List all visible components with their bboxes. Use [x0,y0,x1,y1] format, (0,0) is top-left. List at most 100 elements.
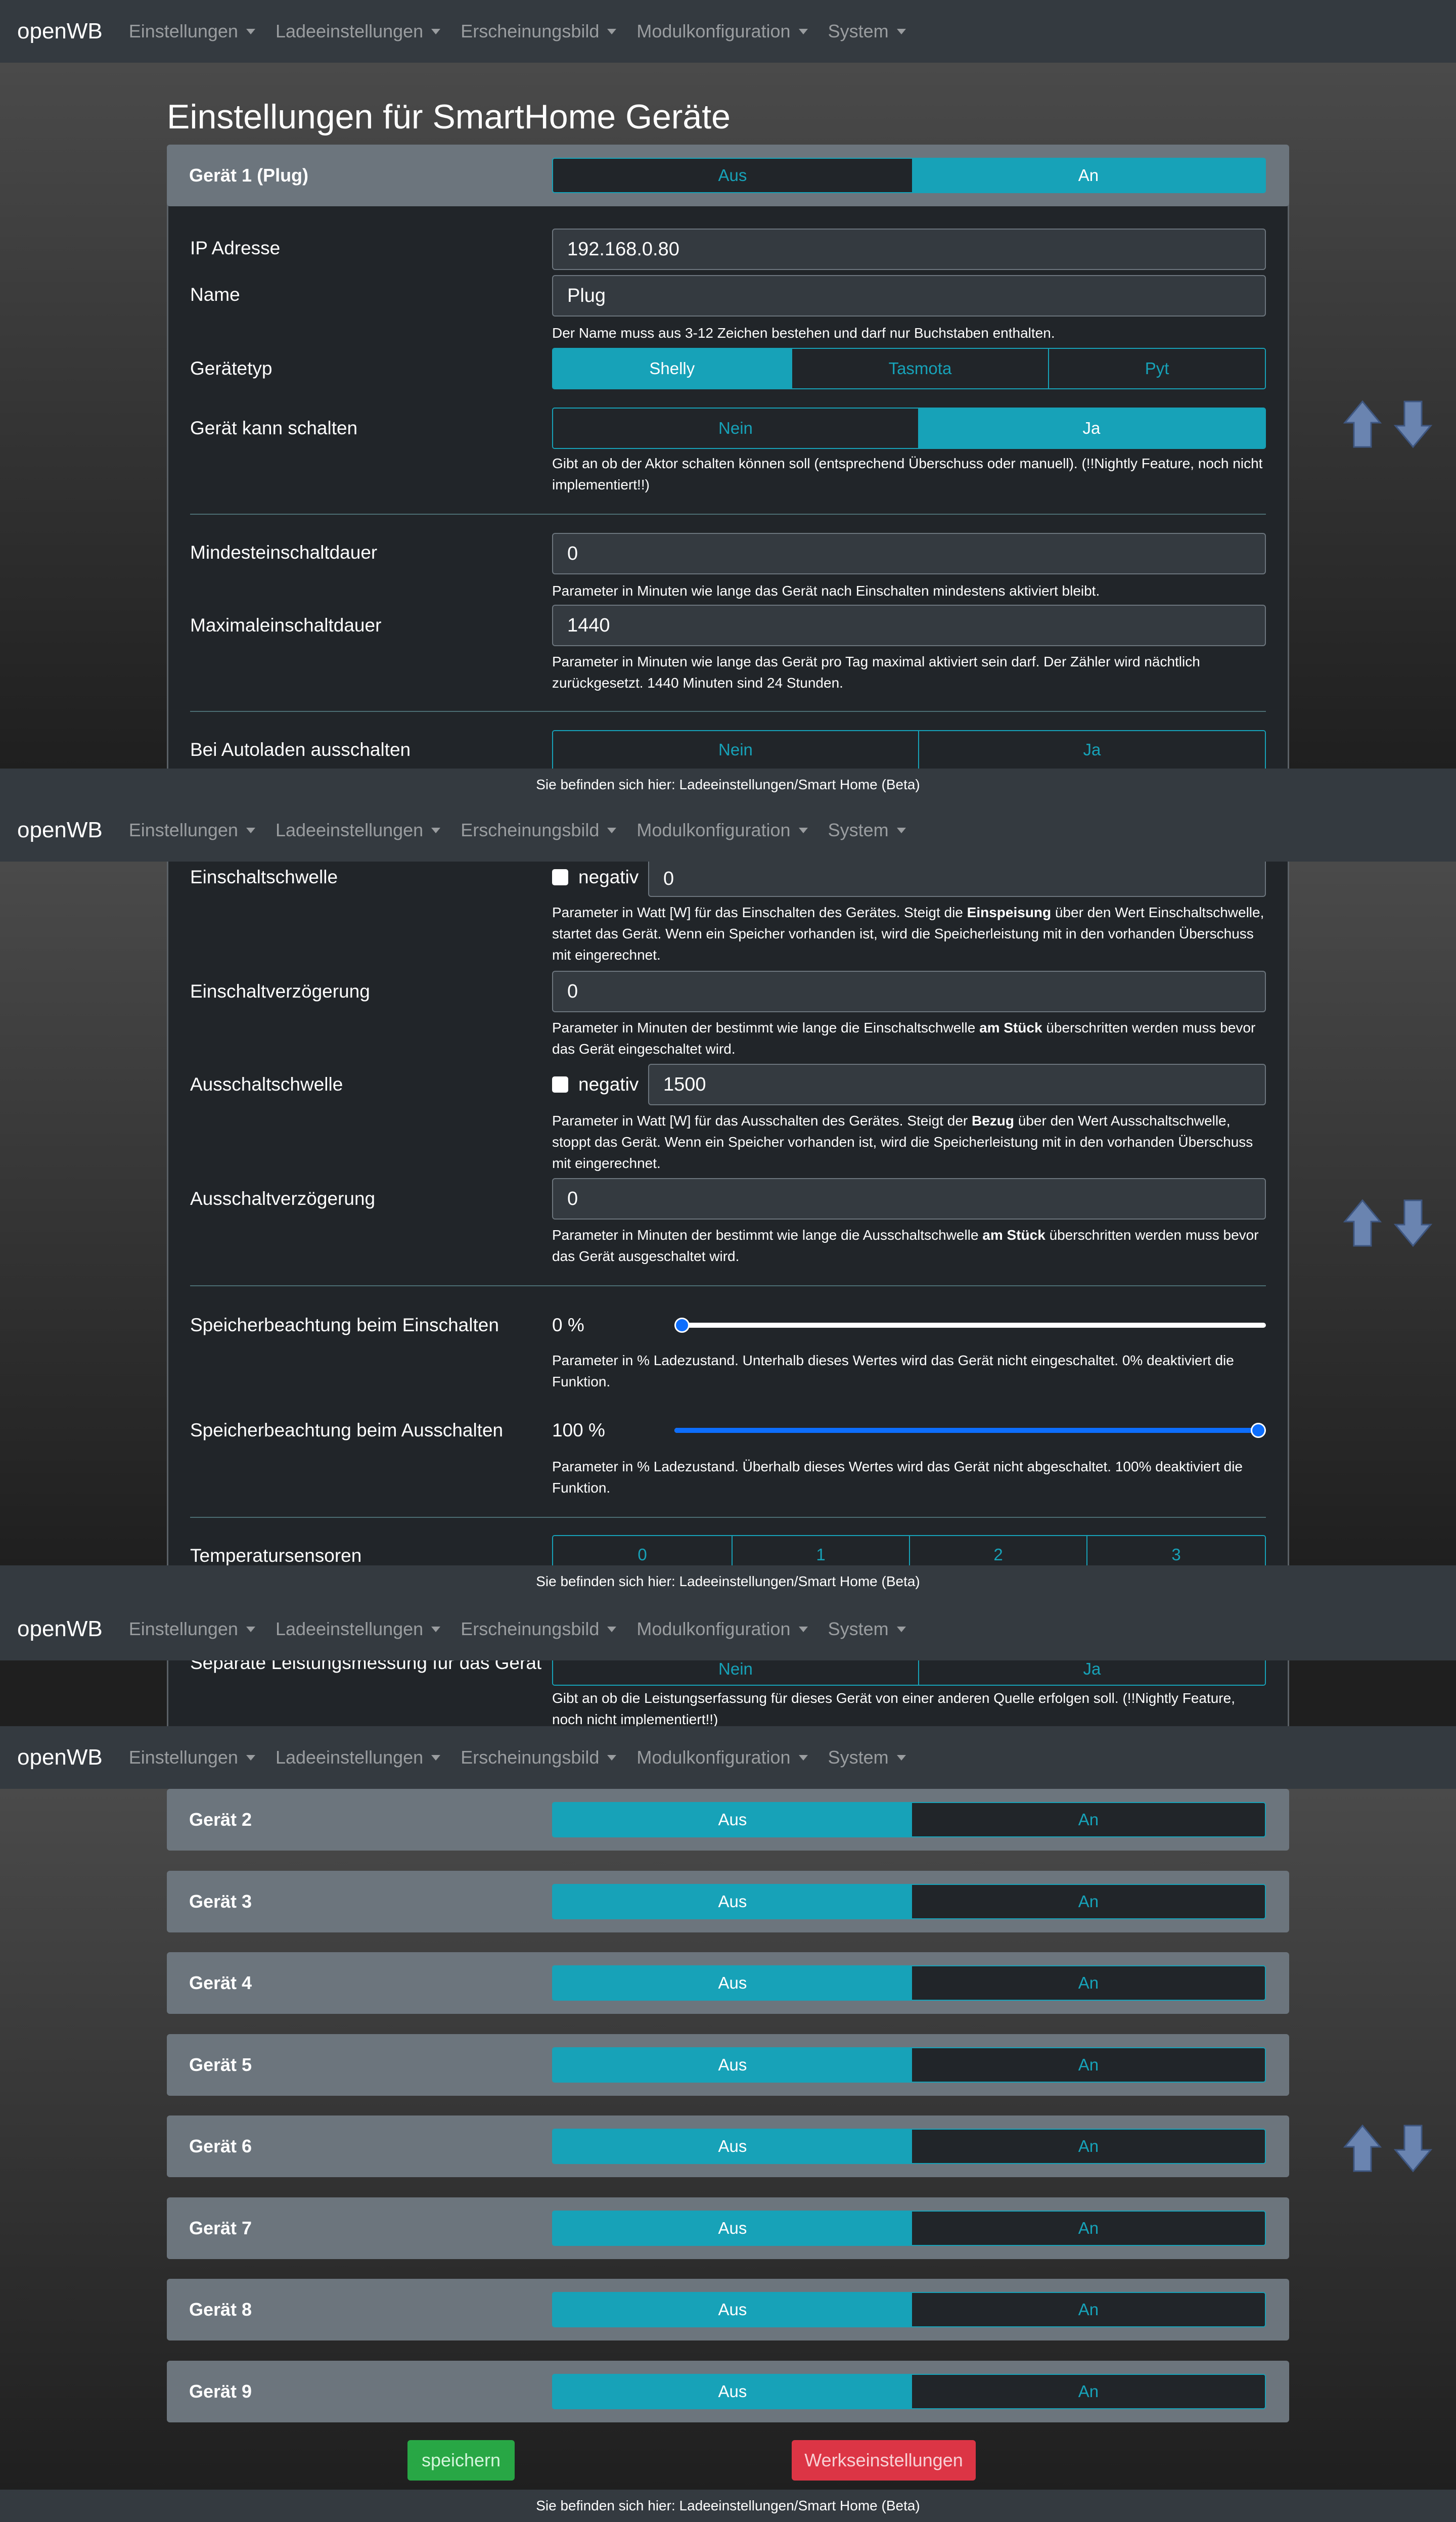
toggle-off-option[interactable]: Aus [553,2375,912,2408]
switch-no-option[interactable]: Nein [553,409,918,448]
toggle-off-option[interactable]: Aus [553,2130,912,2163]
device-active-toggle[interactable]: Aus An [552,2129,1266,2164]
up-down-arrows-icon[interactable] [1340,1195,1436,1251]
toggle-off-option[interactable]: Aus [553,2212,912,2245]
temp-option-3[interactable]: 3 [1086,1536,1265,1565]
on-delay-label: Einschaltverzögerung [190,981,370,1002]
autoload-yes-option[interactable]: Ja [918,731,1265,769]
device-active-toggle[interactable]: Aus An [552,2211,1266,2246]
autoload-label: Bei Autoladen ausschalten [190,739,411,760]
nav-erscheinungsbild[interactable]: Erscheinungsbild [461,1747,617,1768]
nav-einstellungen[interactable]: Einstellungen [129,820,255,841]
temp-sensors-selector[interactable]: 0 1 2 3 [552,1535,1266,1565]
toggle-on-option[interactable]: An [912,1803,1265,1836]
type-option-tasmota[interactable]: Tasmota [791,349,1049,388]
toggle-on-option[interactable]: An [912,2130,1265,2163]
switch-toggle[interactable]: Nein Ja [552,408,1266,449]
brand[interactable]: openWB [17,818,103,843]
slider-handle[interactable] [1251,1423,1266,1438]
factory-reset-button[interactable]: Werkseinstellungen [792,2440,976,2481]
toggle-on-option[interactable]: An [912,2048,1265,2082]
nav-system[interactable]: System [828,21,906,42]
nav-system[interactable]: System [828,820,906,841]
off-threshold-input[interactable]: 1500 [648,1064,1266,1105]
caret-down-icon [431,1754,441,1761]
type-selector[interactable]: Shelly Tasmota Pyt [552,348,1266,389]
caret-down-icon [431,827,441,833]
up-down-arrows-icon[interactable] [1340,396,1436,452]
nav-einstellungen[interactable]: Einstellungen [129,1618,255,1640]
storage-on-slider[interactable] [674,1316,1266,1336]
storage-on-label: Speicherbeachtung beim Einschalten [190,1315,499,1335]
toggle-off-option[interactable]: Aus [553,2293,912,2326]
device-active-toggle[interactable]: Aus An [552,2374,1266,2409]
device-active-toggle[interactable]: Aus An [552,2047,1266,2083]
separate-measurement-toggle[interactable]: Nein Ja [552,1660,1266,1686]
separate-no-option[interactable]: Nein [553,1660,918,1685]
device-active-toggle[interactable]: Aus An [552,1965,1266,2001]
nav-ladeeinstellungen[interactable]: Ladeeinstellungen [276,21,441,42]
ip-input[interactable]: 192.168.0.80 [552,229,1266,270]
negativ-checkbox[interactable] [552,869,568,885]
nav-ladeeinstellungen[interactable]: Ladeeinstellungen [276,1747,441,1768]
device-active-toggle[interactable]: Aus An [552,1802,1266,1837]
device1-active-toggle[interactable]: Aus An [552,158,1266,193]
temp-option-1[interactable]: 1 [732,1536,909,1565]
name-input[interactable]: Plug [552,275,1266,317]
off-delay-input[interactable]: 0 [552,1178,1266,1220]
nav-einstellungen[interactable]: Einstellungen [129,1747,255,1768]
type-option-shelly[interactable]: Shelly [553,349,791,388]
caret-down-icon [798,28,808,34]
switch-yes-option[interactable]: Ja [918,409,1265,448]
location-footer: Sie befinden sich hier: Ladeeinstellunge… [0,769,1456,801]
location-footer: Sie befinden sich hier: Ladeeinstellunge… [0,2490,1456,2522]
nav-modulkonfiguration[interactable]: Modulkonfiguration [636,1747,808,1768]
nav-ladeeinstellungen[interactable]: Ladeeinstellungen [276,1618,441,1640]
toggle-on-option[interactable]: An [912,2375,1265,2408]
nav-modulkonfiguration[interactable]: Modulkonfiguration [636,1618,808,1640]
brand[interactable]: openWB [17,19,103,44]
on-threshold-negativ[interactable]: negativ [552,867,639,888]
off-threshold-negativ[interactable]: negativ [552,1074,639,1095]
device-active-toggle[interactable]: Aus An [552,1884,1266,1919]
on-threshold-input[interactable]: 0 [648,862,1266,897]
slider-handle[interactable] [674,1318,690,1333]
temp-option-0[interactable]: 0 [553,1536,732,1565]
toggle-off-option[interactable]: Aus [553,1885,912,1918]
toggle-on-option[interactable]: An [912,159,1265,192]
autoload-toggle[interactable]: Nein Ja [552,730,1266,769]
on-delay-input[interactable]: 0 [552,971,1266,1012]
toggle-on-option[interactable]: An [912,2293,1265,2326]
nav-einstellungen[interactable]: Einstellungen [129,21,255,42]
nav-erscheinungsbild[interactable]: Erscheinungsbild [461,1618,617,1640]
negativ-checkbox[interactable] [552,1076,568,1093]
max-duration-input[interactable]: 1440 [552,605,1266,646]
toggle-off-option[interactable]: Aus [553,1966,912,2000]
nav-erscheinungsbild[interactable]: Erscheinungsbild [461,820,617,841]
nav-erscheinungsbild[interactable]: Erscheinungsbild [461,21,617,42]
toggle-off-option[interactable]: Aus [553,1803,912,1836]
separate-yes-option[interactable]: Ja [918,1660,1265,1685]
type-option-pyt[interactable]: Pyt [1048,349,1265,388]
brand[interactable]: openWB [17,1616,103,1642]
nav-system[interactable]: System [828,1618,906,1640]
nav-ladeeinstellungen[interactable]: Ladeeinstellungen [276,820,441,841]
nav-modulkonfiguration[interactable]: Modulkonfiguration [636,21,808,42]
nav-system[interactable]: System [828,1747,906,1768]
toggle-on-option[interactable]: An [912,2212,1265,2245]
toggle-on-option[interactable]: An [912,1966,1265,2000]
device-active-toggle[interactable]: Aus An [552,2292,1266,2327]
toggle-off-option[interactable]: Aus [553,159,912,192]
up-down-arrows-icon[interactable] [1340,2121,1436,2176]
save-button[interactable]: speichern [407,2440,515,2481]
page-title: Einstellungen für SmartHome Geräte [167,98,731,136]
temp-option-2[interactable]: 2 [909,1536,1086,1565]
nav-modulkonfiguration[interactable]: Modulkonfiguration [636,820,808,841]
autoload-no-option[interactable]: Nein [553,731,918,769]
toggle-on-option[interactable]: An [912,1885,1265,1918]
storage-off-slider[interactable] [674,1421,1266,1441]
brand[interactable]: openWB [17,1745,103,1770]
toggle-off-option[interactable]: Aus [553,2048,912,2082]
caret-down-icon [896,827,906,833]
min-duration-input[interactable]: 0 [552,533,1266,574]
